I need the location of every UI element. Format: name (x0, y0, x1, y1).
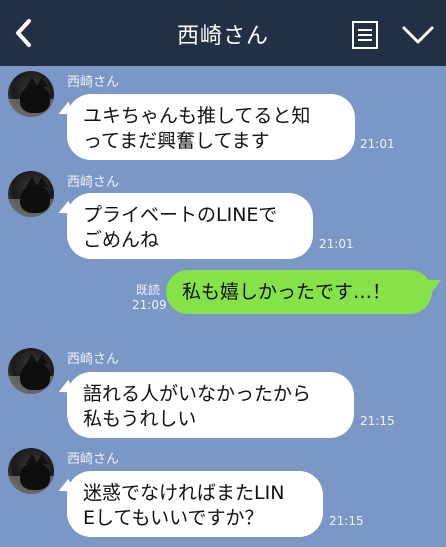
avatar[interactable] (8, 448, 54, 494)
sender-name: 西崎さん (67, 175, 120, 190)
avatar[interactable] (8, 171, 54, 217)
message-bubble[interactable]: ユキちゃんも推してると知 ってまだ興奮してます (67, 94, 355, 160)
sender-name: 西崎さん (67, 352, 120, 367)
message-time: 21:15 (360, 414, 395, 428)
message-line: ごめんね (83, 229, 160, 251)
message-line: 迷惑でなければまたLIN (83, 482, 285, 504)
avatar[interactable] (8, 71, 54, 117)
chevron-down-icon (402, 26, 434, 44)
memo-button[interactable] (351, 20, 379, 50)
sender-name: 西崎さん (67, 452, 120, 467)
menu-toggle-button[interactable] (400, 22, 436, 48)
chat-title: 西崎さん (176, 24, 269, 49)
message-line: 私も嬉しかったです…！ (182, 281, 392, 303)
message-line: 語れる人がいなかったから (83, 383, 312, 405)
read-receipt: 既読 (135, 283, 160, 297)
avatar[interactable] (8, 348, 54, 394)
message-bubble[interactable]: 私も嬉しかったです…！ (166, 270, 432, 314)
message-time: 21:01 (360, 137, 395, 151)
message-line: 私もうれしい (83, 408, 197, 430)
message-bubble[interactable]: 語れる人がいなかったから 私もうれしい (67, 372, 354, 438)
sender-name: 西崎さん (67, 75, 120, 90)
message-time: 21:15 (329, 514, 364, 528)
message-line: ってまだ興奮してます (83, 130, 270, 152)
message-line: ユキちゃんも推してると知 (83, 105, 311, 127)
message-bubble[interactable]: 迷惑でなければまたLIN Eしてもいいですか？ (67, 471, 323, 537)
message-time: 21:09 (132, 298, 167, 312)
message-bubble[interactable]: プライベートのLINEで ごめんね (67, 193, 313, 259)
chat-header: 西崎さん (0, 0, 446, 66)
note-icon (352, 21, 378, 49)
message-line: プライベートのLINEで (83, 204, 278, 226)
message-line: Eしてもいいですか？ (83, 507, 264, 529)
message-time: 21:01 (319, 237, 354, 251)
